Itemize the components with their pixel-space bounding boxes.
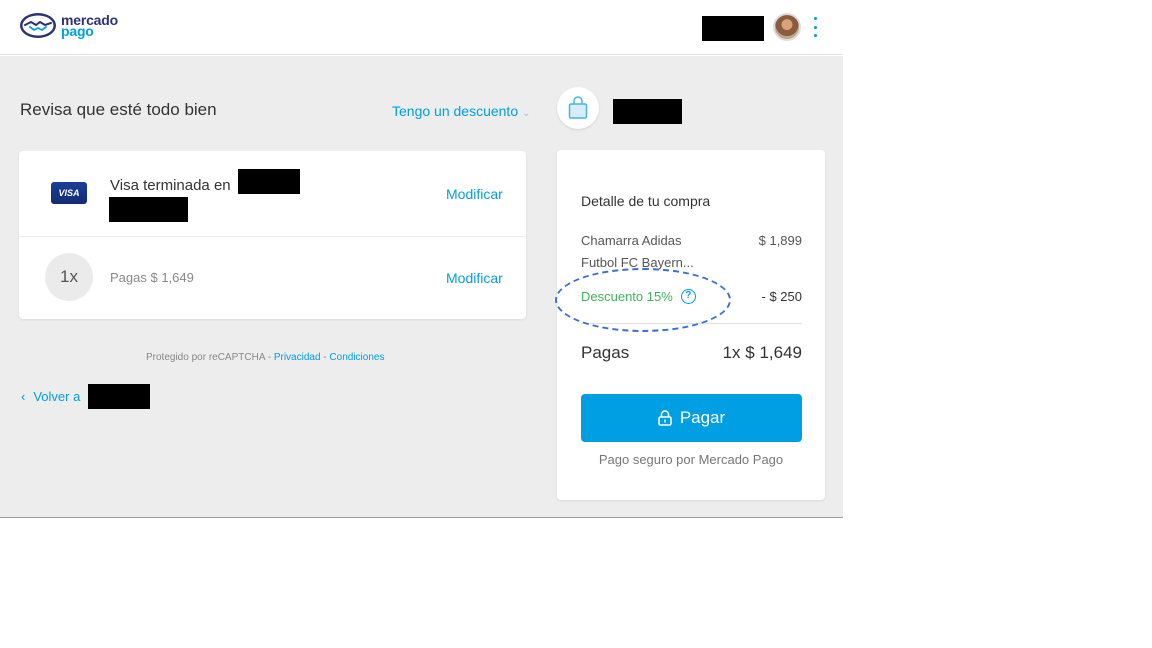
back-link[interactable]: ‹ Volver a <box>21 389 80 404</box>
mercadopago-logo[interactable]: mercado pago <box>19 12 118 39</box>
total-value: 1x $ 1,649 <box>722 343 802 362</box>
logo-line-pago: pago <box>61 22 94 39</box>
page: mercado pago Revisa que esté todo bien T… <box>0 0 1152 648</box>
modify-card-button[interactable]: Modificar <box>446 186 503 202</box>
summary-divider <box>581 323 802 324</box>
installments-badge: 1x <box>45 253 93 301</box>
seller-badge <box>557 87 599 129</box>
item-name: Chamarra Adidas Futbol FC Bayern... <box>581 233 694 270</box>
recaptcha-notice: Protegido por reCAPTCHA - Privacidad - C… <box>146 352 384 363</box>
mercadopago-handshake-icon <box>20 13 56 38</box>
redacted-seller-name <box>88 384 150 409</box>
total-label: Pagas <box>581 343 630 362</box>
summary-title: Detalle de tu compra <box>581 193 711 209</box>
chevron-down-icon: ⌄ <box>522 108 531 119</box>
pay-button-label: Pagar <box>679 408 726 427</box>
lock-icon <box>658 410 672 426</box>
chevron-left-icon: ‹ <box>21 389 26 404</box>
back-link-label: Volver a <box>33 389 81 404</box>
redacted-seller-title <box>613 99 682 124</box>
discount-value: - $ 250 <box>761 289 802 304</box>
kebab-menu-icon[interactable] <box>808 17 822 37</box>
avatar[interactable] <box>773 13 801 41</box>
redacted-username <box>702 16 764 41</box>
shopping-bag-icon <box>568 96 588 119</box>
discount-label: Descuento 15% <box>581 289 673 304</box>
logo-wordmark: mercado pago <box>61 13 118 39</box>
discount-row: Descuento 15% ? <box>581 289 696 304</box>
discount-link[interactable]: Tengo un descuento ⌄ <box>392 103 531 119</box>
redacted-card-digits <box>238 169 300 194</box>
page-title: Revisa que esté todo bien <box>20 100 217 119</box>
privacy-link[interactable]: Privacidad <box>274 352 321 363</box>
top-header: mercado pago <box>0 0 843 55</box>
conditions-link[interactable]: Condiciones <box>329 352 384 363</box>
visa-card-icon: VISA <box>51 182 87 204</box>
redacted-card-holder <box>109 197 188 222</box>
help-circle-icon[interactable]: ? <box>680 289 696 304</box>
payment-method-card: VISA Visa terminada en Modificar 1x Paga… <box>19 151 526 319</box>
item-price: $ 1,899 <box>758 233 802 248</box>
discount-link-label: Tengo un descuento <box>392 103 519 119</box>
row-divider <box>19 236 526 237</box>
pay-button[interactable]: Pagar <box>581 394 802 442</box>
secure-payment-note: Pago seguro por Mercado Pago <box>598 452 784 467</box>
card-description: Visa terminada en <box>110 177 231 194</box>
purchase-summary: Detalle de tu compra Chamarra Adidas Fut… <box>557 150 825 500</box>
installments-text: Pagas $ 1,649 <box>110 270 194 285</box>
recaptcha-prefix: Protegido por reCAPTCHA - <box>146 352 274 363</box>
modify-installments-button[interactable]: Modificar <box>446 270 503 286</box>
